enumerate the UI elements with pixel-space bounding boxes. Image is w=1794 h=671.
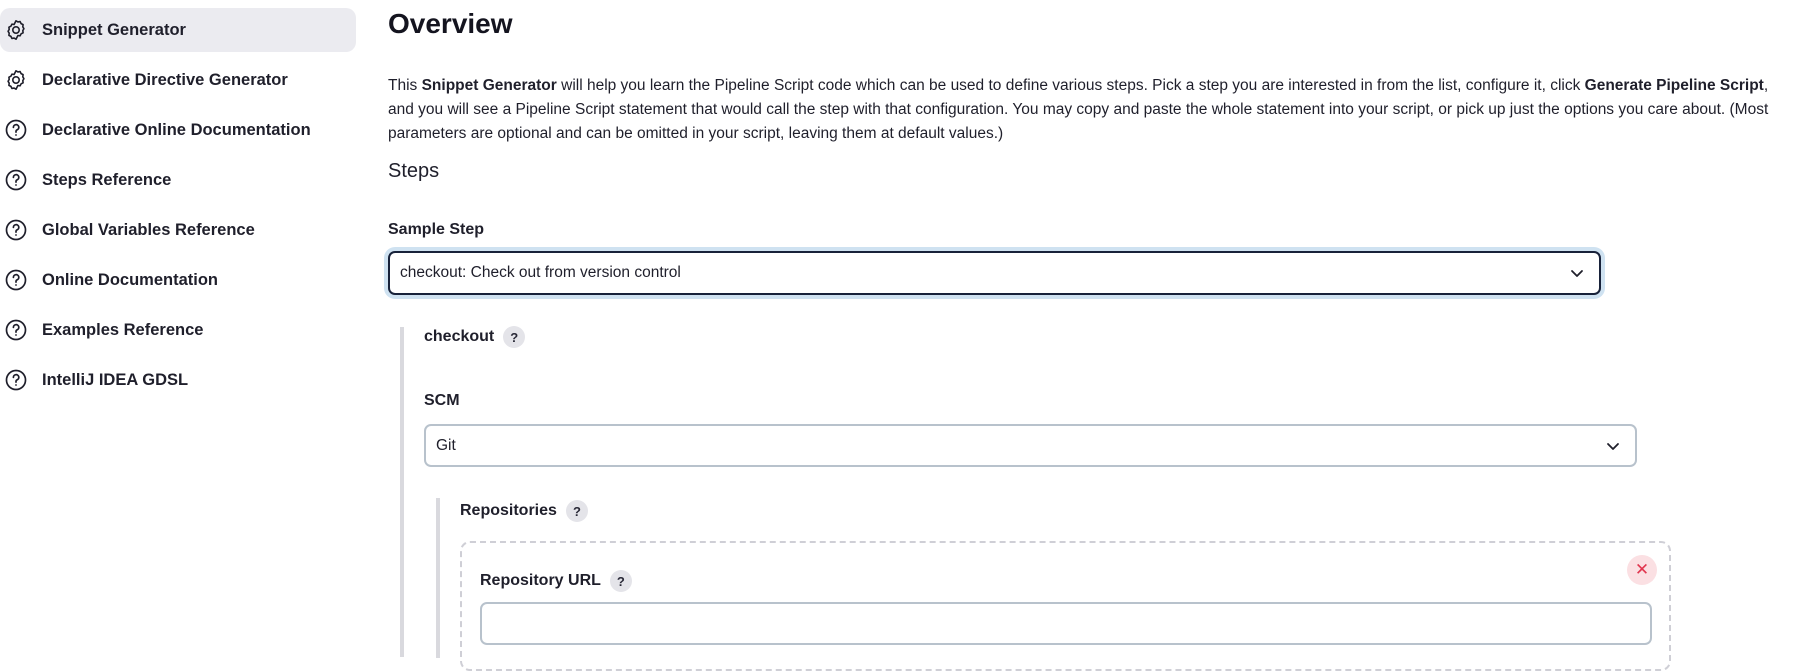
help-circle-icon bbox=[4, 168, 28, 192]
sidebar-item-label: Steps Reference bbox=[42, 170, 172, 189]
help-button[interactable]: ? bbox=[565, 500, 588, 522]
sidebar-item-declarative-online-documentation[interactable]: Declarative Online Documentation bbox=[0, 108, 356, 152]
sample-step-select[interactable]: checkout: Check out from version control bbox=[388, 251, 1601, 295]
sidebar-item-label: Snippet Generator bbox=[42, 20, 186, 39]
help-circle-icon bbox=[4, 118, 28, 142]
gear-icon bbox=[4, 18, 28, 42]
section-rail bbox=[436, 498, 440, 658]
help-button[interactable]: ? bbox=[609, 570, 632, 592]
repository-url-label: Repository URL ? bbox=[480, 570, 632, 592]
sidebar-item-steps-reference[interactable]: Steps Reference bbox=[0, 158, 356, 202]
page-title: Overview bbox=[388, 8, 513, 39]
sidebar-item-intellij-idea-gdsl[interactable]: IntelliJ IDEA GDSL bbox=[0, 358, 356, 402]
description-text: will help you learn the Pipeline Script … bbox=[556, 77, 1585, 94]
sidebar-item-label: IntelliJ IDEA GDSL bbox=[42, 370, 189, 389]
sidebar-item-label: Global Variables Reference bbox=[42, 220, 255, 239]
repository-url-input[interactable] bbox=[480, 602, 1652, 645]
checkout-label-text: checkout bbox=[424, 328, 495, 345]
scm-label: SCM bbox=[424, 392, 460, 409]
repositories-label-text: Repositories bbox=[460, 502, 557, 519]
sidebar-item-label: Examples Reference bbox=[42, 320, 204, 339]
sidebar-item-declarative-directive-generator[interactable]: Declarative Directive Generator bbox=[0, 58, 356, 102]
sidebar-item-online-documentation[interactable]: Online Documentation bbox=[0, 258, 356, 302]
sidebar-item-label: Online Documentation bbox=[42, 270, 219, 289]
sample-step-value: checkout: Check out from version control bbox=[400, 264, 681, 281]
repository-entry: ✕ Repository URL ? bbox=[460, 541, 1671, 671]
sidebar-item-label: Declarative Online Documentation bbox=[42, 120, 311, 139]
chevron-down-icon bbox=[1571, 270, 1583, 277]
scm-select[interactable]: Git bbox=[424, 424, 1637, 467]
description: This Snippet Generator will help you lea… bbox=[388, 74, 1788, 146]
help-circle-icon bbox=[4, 368, 28, 392]
description-text: This bbox=[388, 77, 422, 94]
sidebar-item-global-variables-reference[interactable]: Global Variables Reference bbox=[0, 208, 356, 252]
help-button[interactable]: ? bbox=[503, 326, 526, 348]
checkout-label: checkout ? bbox=[424, 326, 526, 348]
help-circle-icon bbox=[4, 268, 28, 292]
help-circle-icon bbox=[4, 218, 28, 242]
repository-url-label-text: Repository URL bbox=[480, 572, 601, 589]
sidebar-item-label: Declarative Directive Generator bbox=[42, 70, 288, 89]
chevron-down-icon bbox=[1607, 442, 1619, 450]
steps-heading: Steps bbox=[388, 160, 440, 182]
gear-icon bbox=[4, 68, 28, 92]
sidebar-item-examples-reference[interactable]: Examples Reference bbox=[0, 308, 356, 352]
delete-repository-button[interactable]: ✕ bbox=[1627, 555, 1657, 585]
sidebar: Snippet Generator Declarative Directive … bbox=[0, 8, 356, 408]
sidebar-item-snippet-generator[interactable]: Snippet Generator bbox=[0, 8, 356, 52]
scm-value: Git bbox=[436, 436, 456, 454]
description-bold-generate-pipeline-script: Generate Pipeline Script bbox=[1584, 77, 1764, 94]
repositories-label: Repositories ? bbox=[460, 500, 588, 522]
help-circle-icon bbox=[4, 318, 28, 342]
description-bold-snippet-generator: Snippet Generator bbox=[421, 77, 557, 94]
section-rail bbox=[400, 327, 404, 657]
sample-step-label: Sample Step bbox=[388, 221, 485, 238]
